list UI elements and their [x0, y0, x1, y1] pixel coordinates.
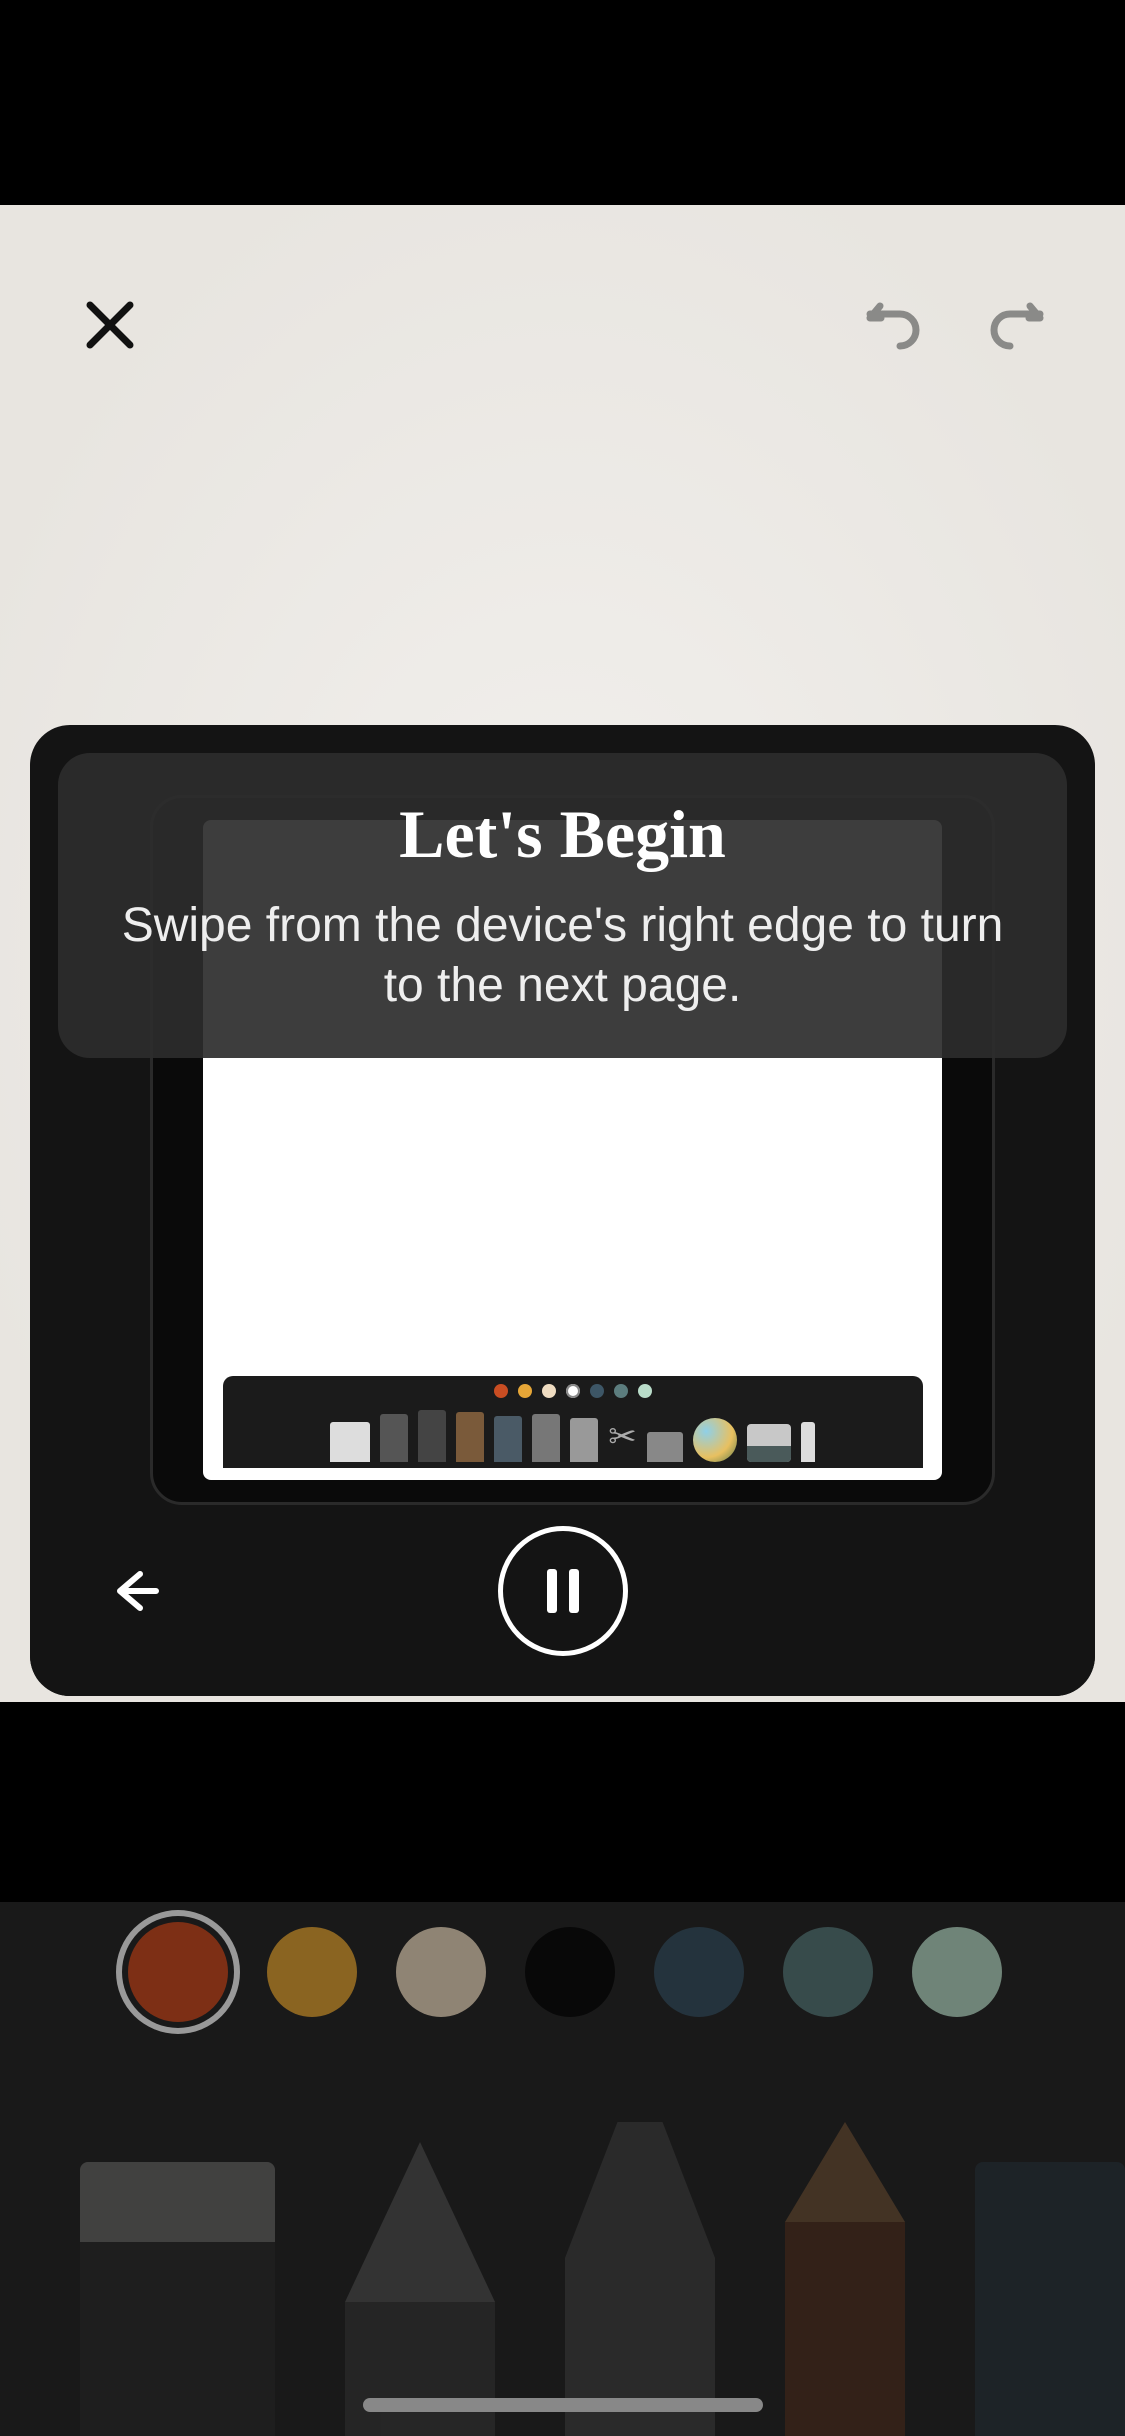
- bottom-toolbar: [0, 1902, 1125, 2436]
- mini-color-dot: [542, 1384, 556, 1398]
- tutorial-card: ✂ Let's Begin Swipe from the device's ri…: [30, 725, 1095, 1696]
- mini-color-wheel-icon: [693, 1418, 737, 1462]
- color-swatch-cream[interactable]: [396, 1927, 486, 2017]
- mini-color-row: [494, 1384, 652, 1398]
- mini-color-dot: [518, 1384, 532, 1398]
- mini-color-dot: [494, 1384, 508, 1398]
- mini-toolbar: ✂: [223, 1376, 923, 1468]
- marker-tool[interactable]: [975, 2162, 1125, 2436]
- mini-tool: [647, 1432, 683, 1462]
- mini-tool: [532, 1414, 560, 1462]
- color-swatch-yellow[interactable]: [267, 1927, 357, 2017]
- undo-button[interactable]: [865, 295, 925, 355]
- playback-controls: [30, 1486, 1095, 1696]
- pause-icon: [541, 1565, 585, 1617]
- fountain-pen-tool[interactable]: [565, 2122, 715, 2436]
- mini-color-dot: [590, 1384, 604, 1398]
- tutorial-body: Swipe from the device's right edge to tu…: [98, 896, 1027, 1016]
- close-button[interactable]: [80, 295, 140, 355]
- redo-button[interactable]: [985, 295, 1045, 355]
- pause-button[interactable]: [498, 1526, 628, 1656]
- mini-tool: [801, 1422, 815, 1462]
- color-swatch-orange[interactable]: [128, 1922, 228, 2022]
- mini-tool: [570, 1418, 598, 1462]
- tools-row: [0, 2082, 1125, 2436]
- instruction-box: Let's Begin Swipe from the device's righ…: [58, 753, 1067, 1058]
- mini-tool: [418, 1410, 446, 1462]
- color-swatch-navy[interactable]: [654, 1927, 744, 2017]
- eraser-tool[interactable]: [80, 2162, 275, 2436]
- mini-tool: [456, 1412, 484, 1462]
- redo-icon: [986, 300, 1044, 350]
- mini-color-dot: [566, 1384, 580, 1398]
- color-swatch-black[interactable]: [525, 1927, 615, 2017]
- close-icon: [84, 299, 136, 351]
- color-swatch-teal[interactable]: [783, 1927, 873, 2017]
- undo-icon: [866, 300, 924, 350]
- mini-tool: [494, 1416, 522, 1462]
- mini-scissors-icon: ✂: [608, 1412, 637, 1462]
- tutorial-title: Let's Begin: [399, 795, 726, 874]
- canvas-area[interactable]: ✂ Let's Begin Swipe from the device's ri…: [0, 205, 1125, 1702]
- pencil-tool[interactable]: [785, 2122, 905, 2436]
- mini-tools-row: ✂: [330, 1404, 815, 1462]
- pen-tool[interactable]: [345, 2142, 495, 2436]
- previous-step-button[interactable]: [110, 1566, 160, 1616]
- mini-color-dot: [638, 1384, 652, 1398]
- color-swatch-mint[interactable]: [912, 1927, 1002, 2017]
- arrow-left-icon: [110, 1566, 160, 1616]
- mini-tool: [380, 1414, 408, 1462]
- top-bar: [0, 275, 1125, 375]
- mini-tool: [330, 1422, 370, 1462]
- home-indicator[interactable]: [363, 2398, 763, 2412]
- mini-color-dot: [614, 1384, 628, 1398]
- mini-image-icon: [747, 1424, 791, 1462]
- color-palette: [128, 1922, 1002, 2022]
- undo-redo-group: [865, 295, 1045, 355]
